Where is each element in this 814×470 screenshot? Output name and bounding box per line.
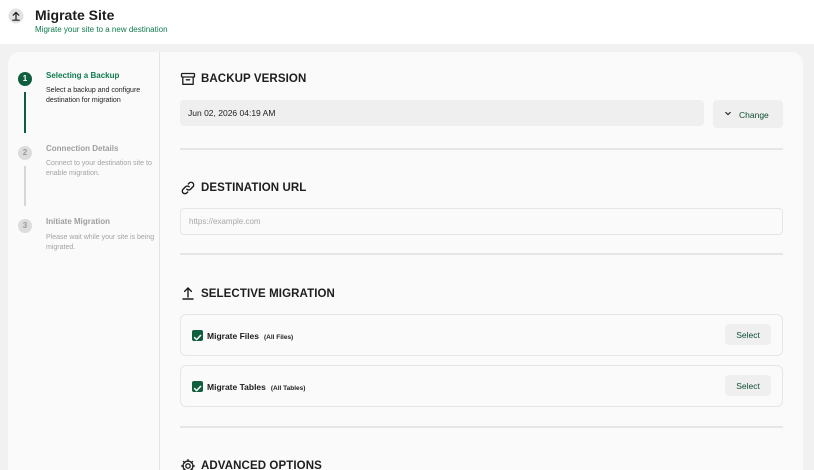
step-3-number: 3 [18,219,32,233]
selective-migration-title: SELECTIVE MIGRATION [201,288,335,300]
archive-box-icon [180,72,196,85]
step-3-title[interactable]: Initiate Migration [46,217,110,226]
upload-arrow-icon [182,287,194,300]
step-1-number: 1 [18,72,32,86]
migrate-files-label: Migrate Files (All Files) [207,331,293,341]
change-button-label: Change [739,109,769,120]
chevron-down-icon [725,111,731,115]
page-subtitle: Migrate your site to a new destination [35,25,168,34]
migrate-tables-label: Migrate Tables (All Tables) [207,382,305,392]
migrate-tables-text: Migrate Tables [207,382,266,392]
steps-sidebar: 1 Selecting a Backup Select a backup and… [8,52,160,470]
migration-form: BACKUP VERSION Jun 02, 2026 04:19 AM Cha… [160,52,803,470]
backup-version-title: BACKUP VERSION [201,73,307,85]
page-title: Migrate Site [35,7,115,23]
migrate-files-checkbox[interactable] [192,330,203,341]
link-icon [181,181,195,195]
section-divider [180,148,783,150]
step-1-title[interactable]: Selecting a Backup [46,71,119,80]
check-icon [193,334,202,341]
select-files-button[interactable]: Select [725,324,771,345]
section-divider [180,253,783,255]
step-2-title[interactable]: Connection Details [46,144,118,153]
step-2-description: Connect to your destination site to enab… [46,160,152,177]
section-divider [180,426,783,428]
migrate-tables-scope: (All Tables) [270,385,306,392]
destination-url-input[interactable] [180,208,783,235]
select-tables-button[interactable]: Select [725,375,771,396]
step-2-connector [24,166,26,206]
upload-arrow-icon [8,8,24,24]
destination-url-title: DESTINATION URL [201,182,307,194]
step-2-number: 2 [18,146,32,160]
page-header: Migrate Site Migrate your site to a new … [0,0,814,44]
migrate-files-row: Migrate Files (All Files) Select [180,314,783,356]
check-icon [193,385,202,392]
backup-version-select[interactable]: Jun 02, 2026 04:19 AM [180,100,704,126]
gear-icon [180,458,196,470]
migrate-files-scope: (All Files) [263,334,294,341]
migrate-tables-row: Migrate Tables (All Tables) Select [180,365,783,407]
advanced-options-title[interactable]: ADVANCED OPTIONS [201,460,322,470]
step-3-description: Please wait while your site is being mig… [46,234,155,251]
migrate-tables-checkbox[interactable] [192,381,203,392]
step-1-connector [24,92,26,133]
migration-panel: 1 Selecting a Backup Select a backup and… [8,52,803,470]
change-backup-button[interactable]: Change [713,100,783,128]
migrate-files-text: Migrate Files [207,331,259,341]
step-1-description: Select a backup and configure destinatio… [46,87,141,104]
